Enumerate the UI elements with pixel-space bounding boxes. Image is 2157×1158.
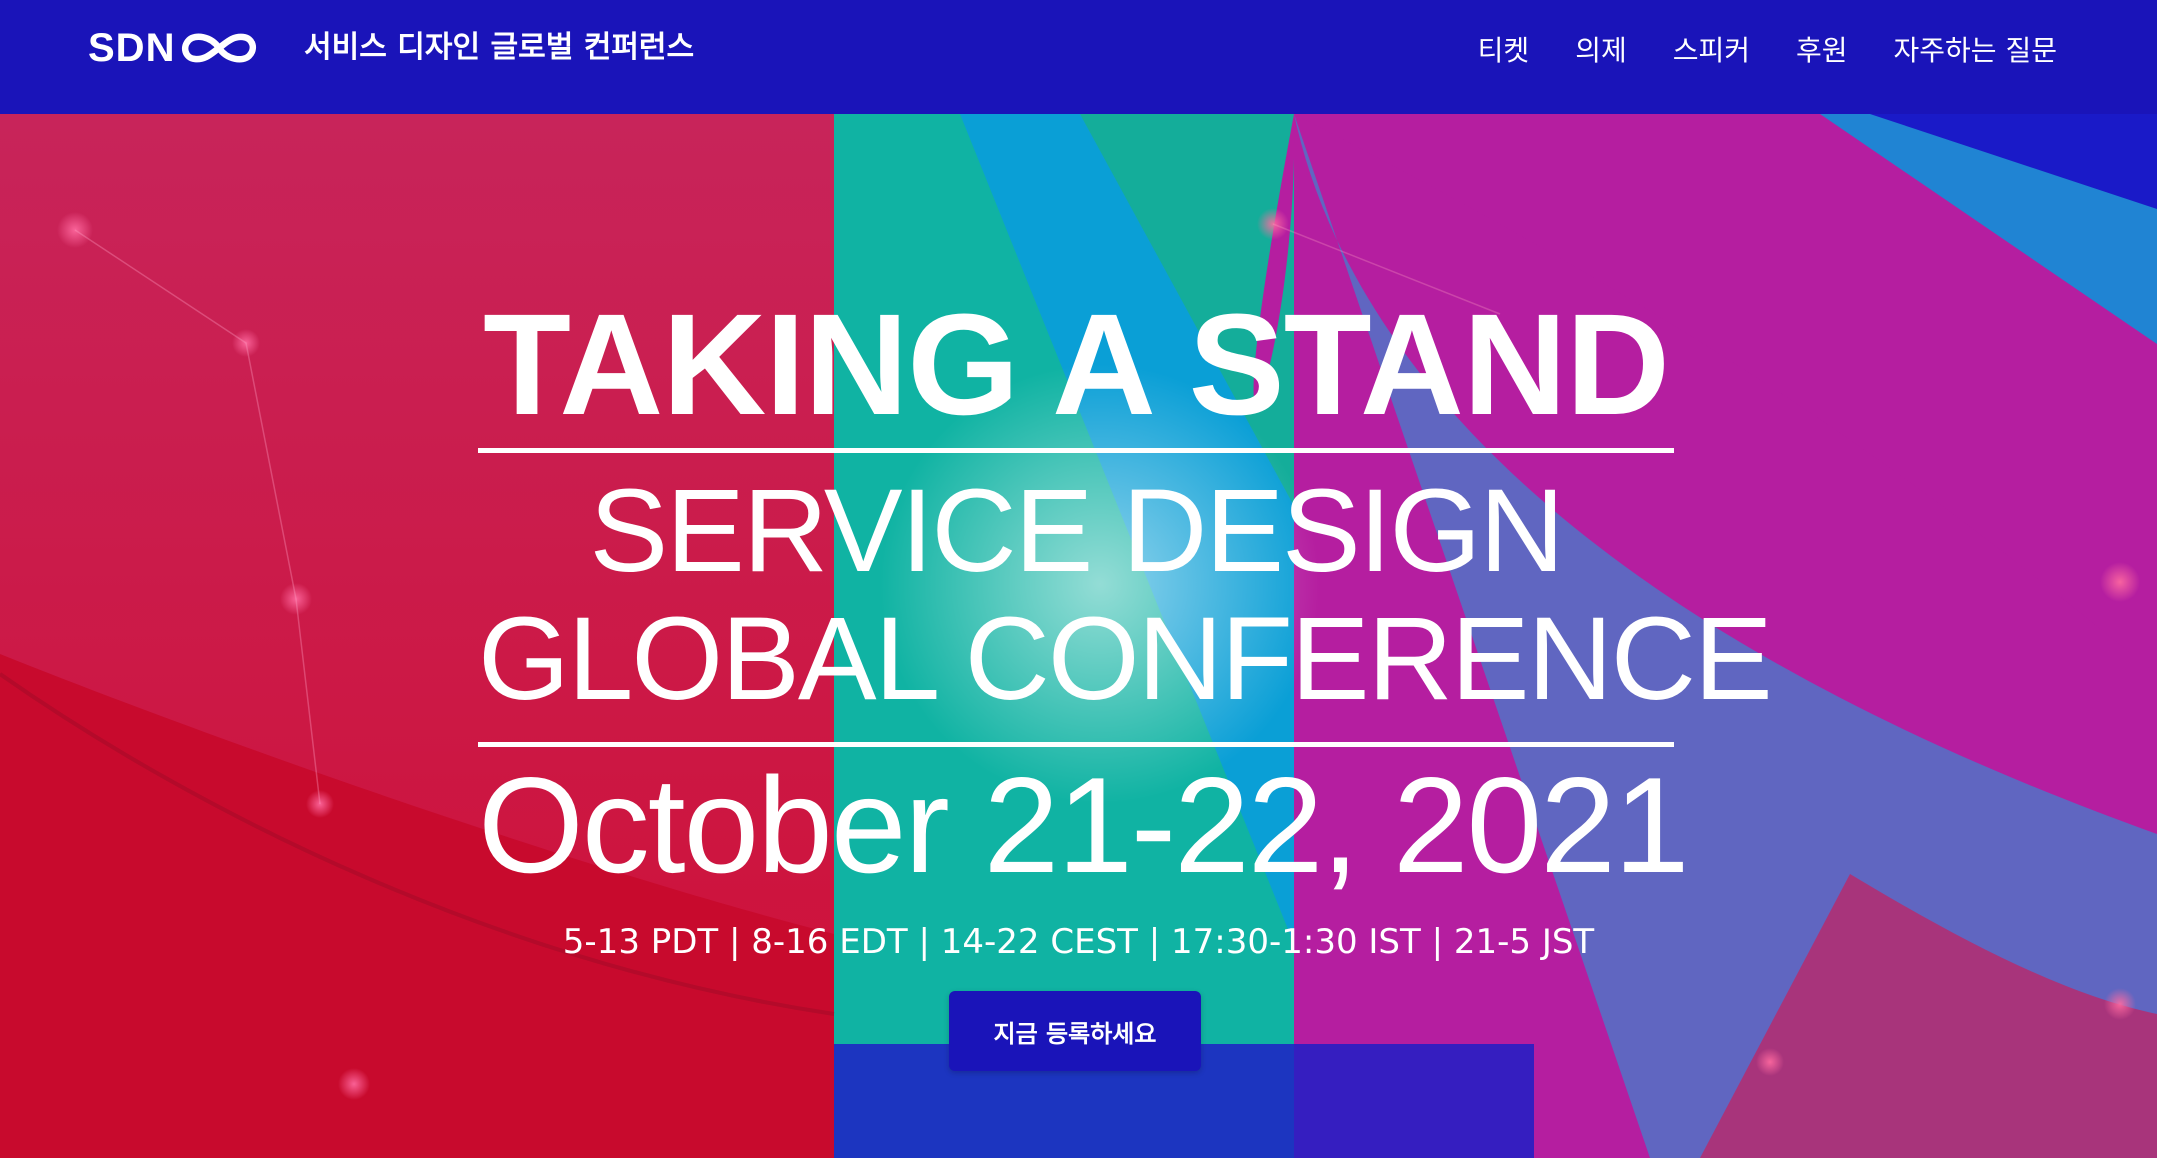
top-navbar: SDN 서비스 디자인 글로벌 컨퍼런스 티켓 의제 스피커 후원 자주하는 질… [0,0,2157,114]
page: SDN 서비스 디자인 글로벌 컨퍼런스 티켓 의제 스피커 후원 자주하는 질… [0,0,2157,1158]
register-now-button[interactable]: 지금 등록하세요 [949,991,1201,1071]
site-title[interactable]: 서비스 디자인 글로벌 컨퍼런스 [304,27,694,69]
nav-speakers[interactable]: 스피커 [1673,30,1750,72]
nav-agenda[interactable]: 의제 [1575,30,1627,72]
nav-sponsors[interactable]: 후원 [1796,30,1848,72]
nav-faq[interactable]: 자주하는 질문 [1894,30,2057,72]
hero-subtitle-line2: GLOBAL CONFERENCE [478,593,1773,725]
sdn-logo[interactable]: SDN [88,26,261,70]
nav-tickets[interactable]: 티켓 [1478,30,1530,72]
logo-text: SDN [88,26,176,70]
event-timezones: 5-13 PDT | 8-16 EDT | 14-22 CEST | 17:30… [562,922,1595,962]
hero-section: TAKING A STAND SERVICE DESIGN GLOBAL CON… [0,114,2157,1158]
infinity-icon [182,33,257,63]
main-nav: 티켓 의제 스피커 후원 자주하는 질문 [1478,30,2057,72]
divider-top [478,448,1674,453]
event-date: October 21-22, 2021 [478,749,1690,901]
hero-subtitle-line1: SERVICE DESIGN [589,465,1564,597]
divider-bottom [478,742,1674,747]
hero-headline: TAKING A STAND [483,284,1670,445]
hero-content: TAKING A STAND SERVICE DESIGN GLOBAL CON… [0,114,2157,1158]
